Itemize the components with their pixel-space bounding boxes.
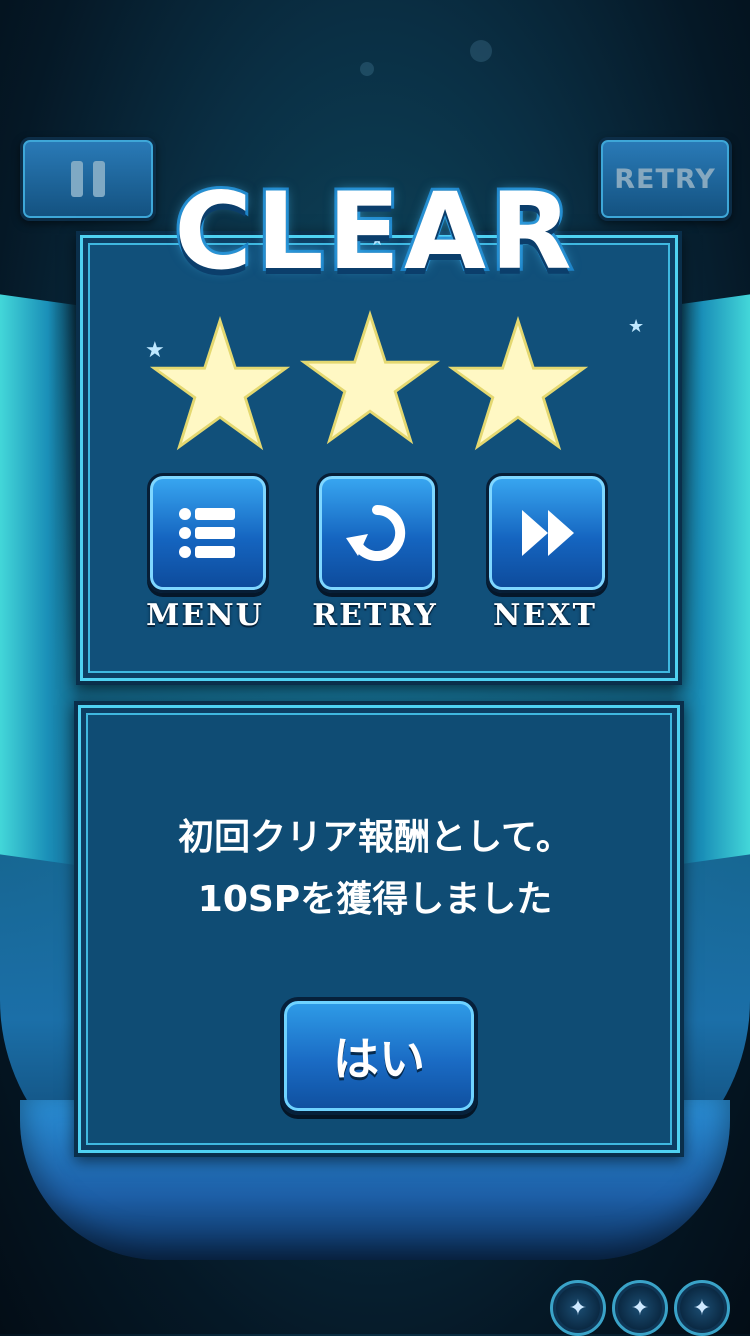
next-label: NEXT — [493, 598, 597, 633]
reward-message-line1: 初回クリア報酬として。 — [178, 817, 572, 858]
coin-icon: ✦ — [612, 1280, 668, 1336]
clear-title: CLEAR — [171, 167, 576, 296]
coin-icon: ✦ — [674, 1280, 730, 1336]
coin-icon: ✦ — [550, 1280, 606, 1336]
menu-button[interactable] — [147, 473, 269, 593]
background-bubble — [360, 62, 374, 76]
menu-label: MENU — [146, 598, 264, 633]
retry-button[interactable] — [316, 473, 438, 593]
list-icon — [179, 508, 235, 558]
star-icon — [447, 315, 589, 455]
next-button[interactable] — [486, 473, 608, 593]
reward-message-line2: 10SPを獲得しました — [197, 879, 553, 920]
bottom-coin-row: ✦ ✦ ✦ — [550, 1280, 730, 1336]
sparkle-icon: ★ — [628, 316, 645, 337]
retry-arrow-icon — [346, 504, 406, 561]
confirm-yes-button[interactable]: はい — [280, 997, 478, 1115]
star-icon — [299, 309, 441, 449]
retry-label: RETRY — [312, 598, 438, 633]
confirm-yes-label: はい — [333, 1032, 425, 1086]
background-bubble — [470, 40, 492, 62]
star-rating — [149, 310, 600, 455]
star-icon — [149, 315, 291, 455]
stage-left-pillar — [0, 294, 80, 866]
fast-forward-icon — [522, 510, 574, 556]
